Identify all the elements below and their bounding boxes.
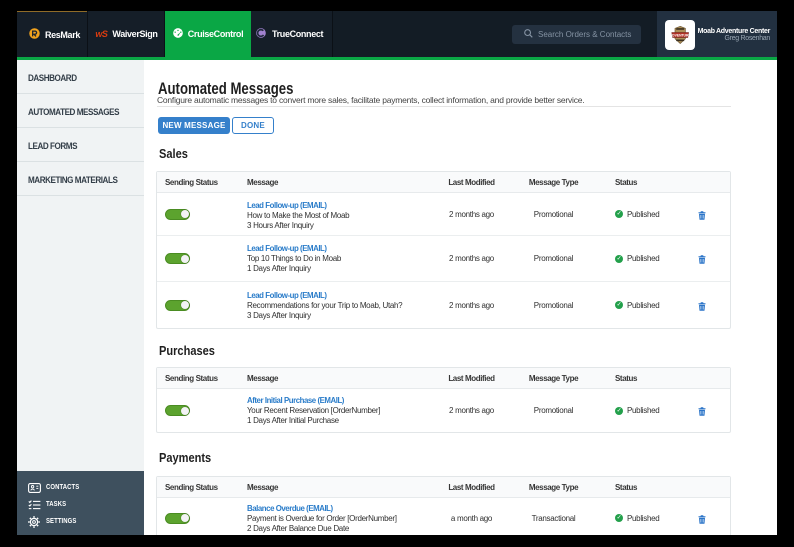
svg-text:ADVENTURE: ADVENTURE (670, 33, 692, 37)
